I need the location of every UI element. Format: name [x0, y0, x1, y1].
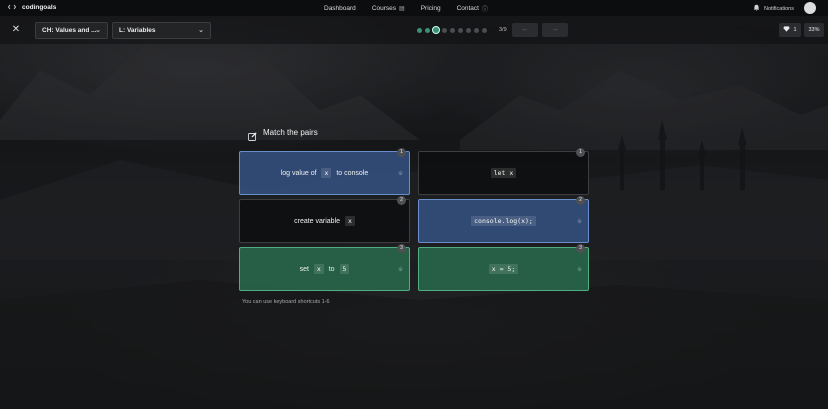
card-hint-icon: ※	[397, 171, 403, 177]
nav-link-dashboard[interactable]: Dashboard	[324, 4, 356, 13]
nav-link-pricing[interactable]: Pricing	[421, 4, 441, 13]
progress-dot	[466, 27, 471, 33]
card-number-badge: 2	[397, 196, 406, 205]
help-circle-icon: ⓘ	[481, 7, 488, 13]
next-step-button[interactable]: →	[542, 23, 568, 37]
nav-links: Dashboard Courses ▤ Pricing Contact ⓘ	[324, 4, 488, 13]
code-snippet: let x	[490, 168, 517, 178]
card-text: log value of x to console	[280, 168, 369, 178]
card-hint-icon: ※	[576, 267, 582, 273]
card-text-part: create variable	[294, 218, 342, 225]
background-scene	[0, 0, 828, 409]
card-number-badge: 1	[397, 148, 406, 157]
exercise-title: Match the pairs	[248, 128, 318, 141]
progress-dot	[482, 27, 487, 33]
progress-dot	[425, 27, 430, 33]
progress-dot	[417, 27, 422, 33]
nav-link-label: Contact	[456, 5, 479, 12]
brand[interactable]: codingoals	[7, 3, 57, 11]
step-counter: 3/9	[499, 27, 507, 33]
avatar[interactable]	[804, 2, 816, 14]
left-card-2[interactable]: 2 create variable x	[239, 196, 410, 243]
left-card-3[interactable]: 3 set x to 5 ※	[239, 244, 410, 291]
progress-percent-badge: 33%	[804, 23, 824, 37]
exercise-title-text: Match the pairs	[263, 128, 318, 137]
nav-link-label: Dashboard	[324, 5, 356, 12]
close-lesson-button[interactable]: ✕	[10, 24, 22, 36]
card-text-part: to	[326, 266, 337, 273]
top-navbar: codingoals Dashboard Courses ▤ Pricing Co…	[0, 0, 828, 16]
card-hint-icon: ※	[576, 219, 582, 225]
code-snippet: 5	[339, 264, 350, 274]
bell-icon	[753, 4, 760, 13]
chevron-down-icon: ⌄	[95, 27, 101, 34]
card-number-badge: 2	[576, 196, 585, 205]
lesson-select[interactable]: L: Variables ⌄	[112, 22, 211, 39]
edit-icon	[248, 128, 257, 141]
code-snippet: x	[313, 264, 324, 274]
code-snippet: console.log(x);	[471, 216, 536, 226]
progress-dot	[433, 27, 439, 33]
gems-count: 1	[793, 27, 797, 33]
notifications-label: Notifications	[764, 5, 794, 12]
keyboard-shortcut-hint: You can use keyboard shortcuts 1-6	[242, 299, 330, 305]
lesson-select-value: L: Variables	[119, 27, 156, 34]
previous-step-button[interactable]: ←	[512, 23, 538, 37]
notifications-button[interactable]: Notifications	[753, 4, 794, 13]
gem-icon	[783, 26, 791, 34]
progress-dots	[417, 27, 487, 33]
card-text-part: to console	[334, 170, 369, 177]
code-snippet: x = 5;	[488, 264, 519, 274]
nav-link-label: Courses	[371, 5, 397, 12]
card-number-badge: 3	[397, 244, 406, 253]
arrow-left-icon: ←	[521, 26, 529, 33]
chapter-select[interactable]: CH: Values and ... ⌄	[35, 22, 108, 39]
book-icon: ▤	[399, 6, 405, 12]
brand-name: codingoals	[22, 3, 57, 11]
right-card-1[interactable]: 1 let x	[418, 148, 589, 195]
card-text: set x to 5	[299, 264, 350, 274]
right-card-3[interactable]: 3 x = 5; ※	[418, 244, 589, 291]
logo-icon	[7, 3, 17, 11]
nav-link-contact[interactable]: Contact ⓘ	[457, 4, 488, 13]
card-text: create variable x	[294, 216, 355, 226]
progress-dot	[450, 27, 455, 33]
chapter-select-value: CH: Values and ...	[42, 27, 97, 34]
progress-dot	[442, 27, 447, 33]
right-card-2[interactable]: 2 console.log(x); ※	[418, 196, 589, 243]
code-snippet: x	[321, 168, 332, 178]
card-number-badge: 1	[576, 148, 585, 157]
card-hint-icon: ※	[397, 267, 403, 273]
chevron-down-icon: ⌄	[198, 27, 204, 34]
progress-dot	[458, 27, 463, 33]
card-text-part: set	[299, 266, 311, 273]
left-card-1[interactable]: 1 log value of x to console ※	[239, 148, 410, 195]
progress-dot	[474, 27, 479, 33]
card-text-part: log value of	[280, 170, 319, 177]
gems-badge[interactable]: 1	[779, 23, 801, 37]
close-icon: ✕	[11, 24, 21, 35]
card-number-badge: 3	[576, 244, 585, 253]
code-snippet: x	[344, 216, 355, 226]
arrow-right-icon: →	[551, 26, 559, 33]
nav-link-label: Pricing	[420, 5, 441, 12]
nav-link-courses[interactable]: Courses ▤	[372, 4, 405, 13]
